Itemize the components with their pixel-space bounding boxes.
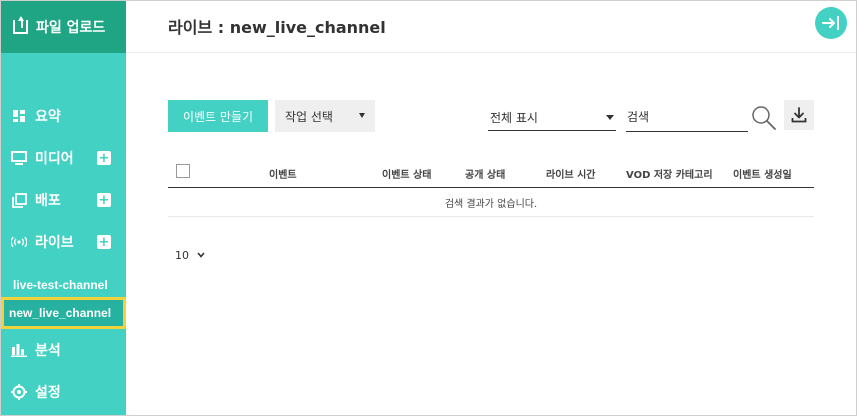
download-icon: [791, 107, 807, 123]
sidebar-item-label: 미디어: [35, 151, 74, 167]
sidebar-item-label: 라이브: [35, 235, 74, 251]
action-select[interactable]: 작업 선택: [275, 100, 375, 132]
sidebar-item-analytics[interactable]: 분석: [1, 335, 126, 365]
filter-select[interactable]: 전체 표시: [488, 105, 616, 131]
page-title: 라이브 : new_live_channel: [168, 18, 386, 37]
exit-button[interactable]: [815, 7, 847, 39]
sidebar-item-settings[interactable]: 설정: [1, 377, 126, 407]
sidebar-item-media[interactable]: 미디어 +: [1, 143, 126, 173]
search-button[interactable]: [750, 104, 778, 132]
sidebar-item-live[interactable]: 라이브 +: [1, 227, 126, 257]
column-header-live-time[interactable]: 라이브 시간: [546, 166, 595, 181]
upload-file-button[interactable]: 파일 업로드: [1, 1, 126, 53]
upload-icon: [13, 16, 28, 34]
broadcast-icon: [11, 234, 27, 250]
sidebar-item-label: 배포: [35, 193, 61, 209]
create-event-button[interactable]: 이벤트 만들기: [168, 100, 268, 132]
column-header-created-date[interactable]: 이벤트 생성일: [733, 166, 792, 181]
exit-icon: [822, 16, 839, 30]
sidebar-item-label: 분석: [35, 343, 61, 359]
page-size-select[interactable]: 10: [175, 246, 205, 264]
bar-chart-icon: [11, 342, 27, 358]
search-input[interactable]: [626, 103, 748, 132]
sidebar-item-label: 설정: [35, 385, 61, 401]
filter-select-label: 전체 표시: [490, 111, 538, 125]
table-header: 이벤트 이벤트 상태 공개 상태 라이브 시간 VOD 저장 카테고리 이벤트 …: [168, 158, 814, 188]
caret-down-icon: [359, 113, 365, 118]
upload-file-label: 파일 업로드: [36, 20, 106, 36]
sidebar-item-distribution[interactable]: 배포 +: [1, 185, 126, 215]
live-channel-item[interactable]: live-test-channel: [1, 271, 126, 299]
add-live-button[interactable]: +: [97, 235, 111, 249]
column-header-vod-category[interactable]: VOD 저장 카테고리: [626, 166, 713, 181]
chevron-down-icon: [197, 252, 205, 258]
empty-results-row: 검색 결과가 없습니다.: [168, 189, 814, 217]
search-icon: [752, 106, 776, 130]
empty-message: 검색 결과가 없습니다.: [444, 199, 538, 210]
sidebar: 파일 업로드 요약 미디어 + 배포 + 라이브 + live-test-cha…: [1, 1, 126, 415]
header-divider: [126, 52, 856, 53]
dashboard-icon: [11, 108, 27, 124]
column-header-event-status[interactable]: 이벤트 상태: [382, 166, 431, 181]
select-all-checkbox[interactable]: [176, 164, 190, 178]
monitor-icon: [11, 150, 27, 166]
caret-down-icon: [606, 115, 614, 120]
page-size-value: 10: [175, 248, 189, 262]
add-distribution-button[interactable]: +: [97, 193, 111, 207]
copy-icon: [11, 192, 27, 208]
action-select-label: 작업 선택: [285, 109, 333, 124]
column-header-public-status[interactable]: 공개 상태: [465, 166, 505, 181]
live-channel-item-active[interactable]: new_live_channel: [1, 297, 126, 329]
download-button[interactable]: [784, 100, 814, 130]
sidebar-item-summary[interactable]: 요약: [1, 101, 126, 131]
gear-icon: [11, 384, 27, 400]
add-media-button[interactable]: +: [97, 151, 111, 165]
column-header-event[interactable]: 이벤트: [269, 166, 297, 181]
sidebar-item-label: 요약: [35, 109, 61, 125]
